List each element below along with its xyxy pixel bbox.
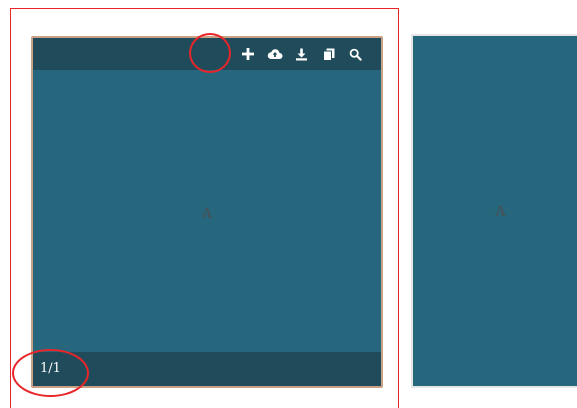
cloud-upload-icon[interactable]	[263, 42, 286, 66]
primary-card[interactable]: A 1/1	[31, 36, 383, 388]
annotation-circle-page-counter	[12, 349, 89, 397]
annotation-circle-add-button	[189, 33, 231, 73]
plus-icon[interactable]	[236, 42, 259, 66]
secondary-card-content-label: A	[495, 204, 506, 220]
card-content-label: A	[201, 206, 213, 222]
secondary-card[interactable]: A	[411, 34, 577, 388]
copy-icon[interactable]	[317, 42, 340, 66]
search-icon[interactable]	[344, 42, 367, 66]
download-icon[interactable]	[290, 42, 313, 66]
